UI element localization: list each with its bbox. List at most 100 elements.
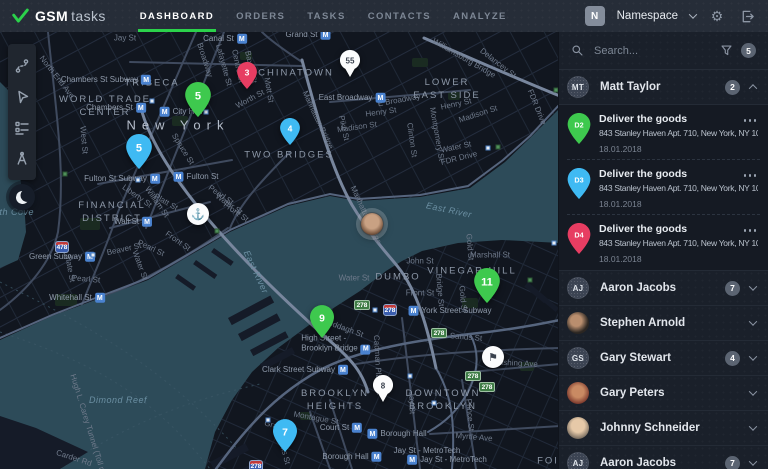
chevron-down-icon[interactable] <box>749 457 757 465</box>
sign-out-icon[interactable] <box>738 7 756 25</box>
filter-icon[interactable] <box>720 44 733 57</box>
svg-text:55: 55 <box>346 57 355 66</box>
brand-name-light: tasks <box>71 8 106 24</box>
roster-row[interactable]: AJAaron Jacobs7 <box>559 446 768 469</box>
roster-row[interactable]: AJAaron Jacobs7 <box>559 271 768 306</box>
poi-marker[interactable]: ⚓ <box>187 203 209 225</box>
svg-text:8: 8 <box>381 382 386 391</box>
roster-name: Johnny Schneider <box>600 422 740 434</box>
task-menu-icon[interactable] <box>742 227 759 234</box>
measure-icon[interactable] <box>8 143 36 174</box>
task-date: 18.01.2018 <box>599 254 758 264</box>
map-pin-4[interactable]: 4 <box>280 118 300 150</box>
task-menu-icon[interactable] <box>742 172 759 179</box>
task-title: Deliver the goods <box>599 113 742 125</box>
task-date: 18.01.2018 <box>599 144 758 154</box>
roster-name: Gary Peters <box>600 387 740 399</box>
avatar <box>567 312 589 334</box>
roster-row[interactable]: Gary Peters <box>559 376 768 411</box>
map-pin-11[interactable]: 11 <box>474 268 500 308</box>
task-address: 843 Stanley Haven Apt. 710, New York, NY… <box>599 238 758 248</box>
task-card[interactable]: D2 Deliver the goods 843 Stanley Haven Apt… <box>559 105 768 160</box>
roster-name: Stephen Arnold <box>600 317 740 329</box>
task-list-icon[interactable] <box>8 112 36 143</box>
chevron-down-icon[interactable] <box>749 387 757 395</box>
task-date: 18.01.2018 <box>599 199 758 209</box>
svg-text:D4: D4 <box>574 230 583 239</box>
main-nav: DASHBOARD ORDERS TASKS CONTACTS ANALYZE <box>140 0 507 32</box>
count-badge: 4 <box>725 351 740 366</box>
task-card[interactable]: D4 Deliver the goods 843 Stanley Haven Apt… <box>559 215 768 270</box>
roster-name: Matt Taylor <box>600 81 725 93</box>
chevron-down-icon[interactable] <box>749 352 757 360</box>
chevron-up-icon[interactable] <box>749 84 757 92</box>
avatar <box>567 382 589 404</box>
route-icon[interactable] <box>8 50 36 81</box>
map-canvas[interactable]: TRIBECACHINATOWNLOWER EAST SIDEWORLD TRA… <box>0 32 560 469</box>
user-avatar[interactable]: N <box>585 6 605 26</box>
poi-marker[interactable]: ⚑ <box>482 346 504 368</box>
svg-text:D3: D3 <box>574 175 583 184</box>
avatar: AJ <box>567 452 589 469</box>
nav-orders[interactable]: ORDERS <box>236 0 285 32</box>
chevron-down-icon[interactable] <box>689 10 697 18</box>
roster-row[interactable]: Johnny Schneider <box>559 411 768 446</box>
map-pin-7[interactable]: 7 <box>273 419 297 457</box>
map-pin-5[interactable]: 5 <box>126 134 152 174</box>
count-badge: 2 <box>725 80 740 95</box>
search-icon <box>571 44 584 57</box>
task-list: D2 Deliver the goods 843 Stanley Haven Apt… <box>559 105 768 271</box>
cursor-icon[interactable] <box>8 81 36 112</box>
nav-analyze[interactable]: ANALYZE <box>453 0 507 32</box>
dark-mode-toggle[interactable] <box>9 184 35 210</box>
driver-location-marker[interactable] <box>361 213 383 235</box>
task-title: Deliver the goods <box>599 223 742 235</box>
map-balloon-8[interactable]: 8 <box>373 375 393 407</box>
task-address: 843 Stanley Haven Apt. 710, New York, NY… <box>599 128 758 138</box>
chevron-down-icon[interactable] <box>749 422 757 430</box>
count-badge: 7 <box>725 456 740 469</box>
search-input[interactable] <box>592 44 712 58</box>
map-pin-3[interactable]: 3 <box>237 62 257 94</box>
roster-row[interactable]: MT Matt Taylor2 <box>559 70 768 105</box>
roster-name: Aaron Jacobs <box>600 282 725 294</box>
filter-count-badge: 5 <box>741 43 756 58</box>
svg-text:D2: D2 <box>574 120 583 129</box>
task-address: 843 Stanley Haven Apt. 710, New York, NY… <box>599 183 758 193</box>
task-sidebar: 5 MT Matt Taylor2 D2 Deliver the goods 843 S… <box>558 32 768 469</box>
svg-text:11: 11 <box>481 276 493 288</box>
roster: MT Matt Taylor2 D2 Deliver the goods 843 Sta… <box>559 70 768 469</box>
nav-contacts[interactable]: CONTACTS <box>368 0 431 32</box>
nav-tasks[interactable]: TASKS <box>307 0 346 32</box>
svg-text:9: 9 <box>319 313 325 324</box>
roster-row[interactable]: GS Gary Stewart4 <box>559 341 768 376</box>
avatar: GS <box>567 347 589 369</box>
map-toolbar <box>8 44 36 180</box>
svg-text:3: 3 <box>245 67 250 77</box>
map-pin-9[interactable]: 9 <box>310 305 334 343</box>
moon-icon <box>14 189 29 204</box>
brand-name-bold: GSM <box>35 8 68 24</box>
chevron-down-icon[interactable] <box>749 282 757 290</box>
map-pin-5[interactable]: 5 <box>185 82 211 122</box>
svg-text:4: 4 <box>288 123 293 133</box>
avatar: AJ <box>567 277 589 299</box>
task-card[interactable]: D3 Deliver the goods 843 Stanley Haven Apt… <box>559 160 768 215</box>
brand-logo: GSM tasks <box>12 8 106 24</box>
roster-row[interactable]: Stephen Arnold <box>559 306 768 341</box>
gear-icon[interactable]: ⚙ <box>708 7 726 25</box>
avatar: MT <box>567 76 589 98</box>
task-menu-icon[interactable] <box>742 117 759 124</box>
roster-name: Gary Stewart <box>600 352 725 364</box>
top-bar: GSM tasks DASHBOARD ORDERS TASKS CONTACTS AN… <box>0 0 768 32</box>
map-balloon-55[interactable]: 55 <box>340 50 360 82</box>
task-title: Deliver the goods <box>599 168 742 180</box>
task-pin-icon: D4 <box>567 223 593 270</box>
checkmark-logo-icon <box>12 8 29 24</box>
nav-dashboard[interactable]: DASHBOARD <box>140 0 214 32</box>
namespace-selector[interactable]: Namespace <box>617 10 678 22</box>
svg-text:7: 7 <box>282 427 288 438</box>
avatar <box>567 417 589 439</box>
chevron-down-icon[interactable] <box>749 317 757 325</box>
header-right: N Namespace ⚙ <box>585 6 756 26</box>
